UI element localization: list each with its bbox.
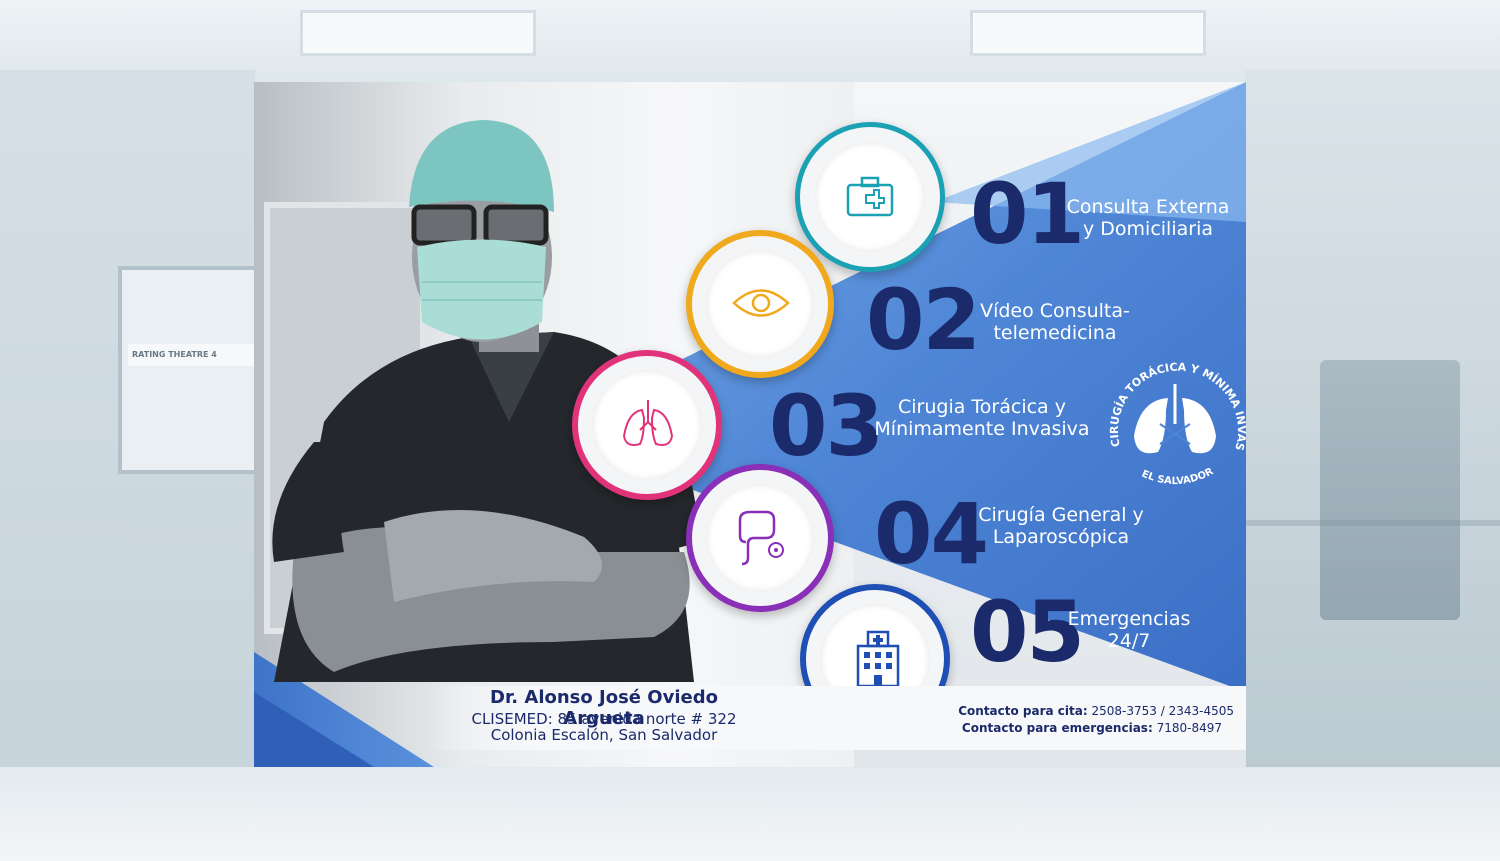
service-01-line2: y Domiciliaria [1083,218,1213,240]
service-05-line1: Emergencias [1067,608,1191,630]
emergency-label: Contacto para emergencias: [961,721,1153,735]
medical-equipment [1320,360,1460,620]
service-03-badge [572,350,722,500]
service-03-line2: Mínimamente Invasiva [874,418,1090,440]
service-02-line1: Vídeo Consulta- [980,300,1130,322]
appointment-label: Contacto para cita: [958,704,1088,718]
doctor-address: CLISEMED: 85 avenida norte # 322 Colonia… [454,711,754,743]
ceiling-light [970,10,1206,56]
intestines-icon [738,510,784,566]
service-02-badge [686,230,834,378]
services-flyer: 01 Consulta Externa y Domiciliaria 02 Ví… [254,82,1246,767]
address-line-2: Colonia Escalón, San Salvador [490,726,718,744]
appointment-phones: 2508-3753 / 2343-4505 [1091,704,1235,718]
lungs-icon [622,400,674,446]
service-02-label: Vídeo Consulta- telemedicina [970,300,1140,344]
logo-bottom-text: EL SALVADOR [1140,466,1216,487]
floor [0,767,1500,861]
logo-arc-text: CIRUGÍA TORÁCICA Y MÍNIMA INVASIÓN [1100,354,1246,452]
eye-icon [732,289,790,317]
emergency-phone: 7180-8497 [1156,721,1222,735]
svg-text:CIRUGÍA TORÁCICA Y MÍNIMA INVA: CIRUGÍA TORÁCICA Y MÍNIMA INVASIÓN [1100,354,1246,452]
door-sign: RATING THEATRE 4 [128,344,259,366]
service-05-line2: 24/7 [1107,630,1151,652]
service-04-line1: Cirugía General y [978,504,1144,526]
hospital-icon [856,630,900,688]
emergency-contact: Contacto para emergencias: 7180-8497 [962,721,1222,735]
service-03-line1: Cirugia Torácica y [898,396,1066,418]
service-02-line2: telemedicina [993,322,1117,344]
service-04-label: Cirugía General y Laparoscópica [976,504,1146,548]
surgeon-photo [272,120,699,682]
service-03-number: 03 [769,377,884,475]
service-03-label: Cirugia Torácica y Mínimamente Invasiva [872,396,1092,440]
service-04-badge [686,464,834,612]
appointment-contact: Contacto para cita: 2508-3753 / 2343-450… [958,704,1234,718]
theatre-door [118,266,259,474]
service-04-line2: Laparoscópica [992,526,1130,548]
address-line-1: CLISEMED: 85 avenida norte # 322 [471,710,737,728]
svg-text:EL SALVADOR: EL SALVADOR [1140,466,1216,487]
service-01-badge [795,122,945,272]
thoracic-surgery-logo: CIRUGÍA TORÁCICA Y MÍNIMA INVASIÓN EL SA… [1100,354,1246,487]
service-05-label: Emergencias 24/7 [1064,608,1194,652]
medical-kit-icon [846,176,894,217]
service-02-number: 02 [866,271,981,369]
service-01-label: Consulta Externa y Domiciliaria [1058,196,1238,240]
service-01-line1: Consulta Externa [1066,196,1230,218]
ceiling-light [300,10,536,56]
service-04-number: 04 [874,485,989,583]
